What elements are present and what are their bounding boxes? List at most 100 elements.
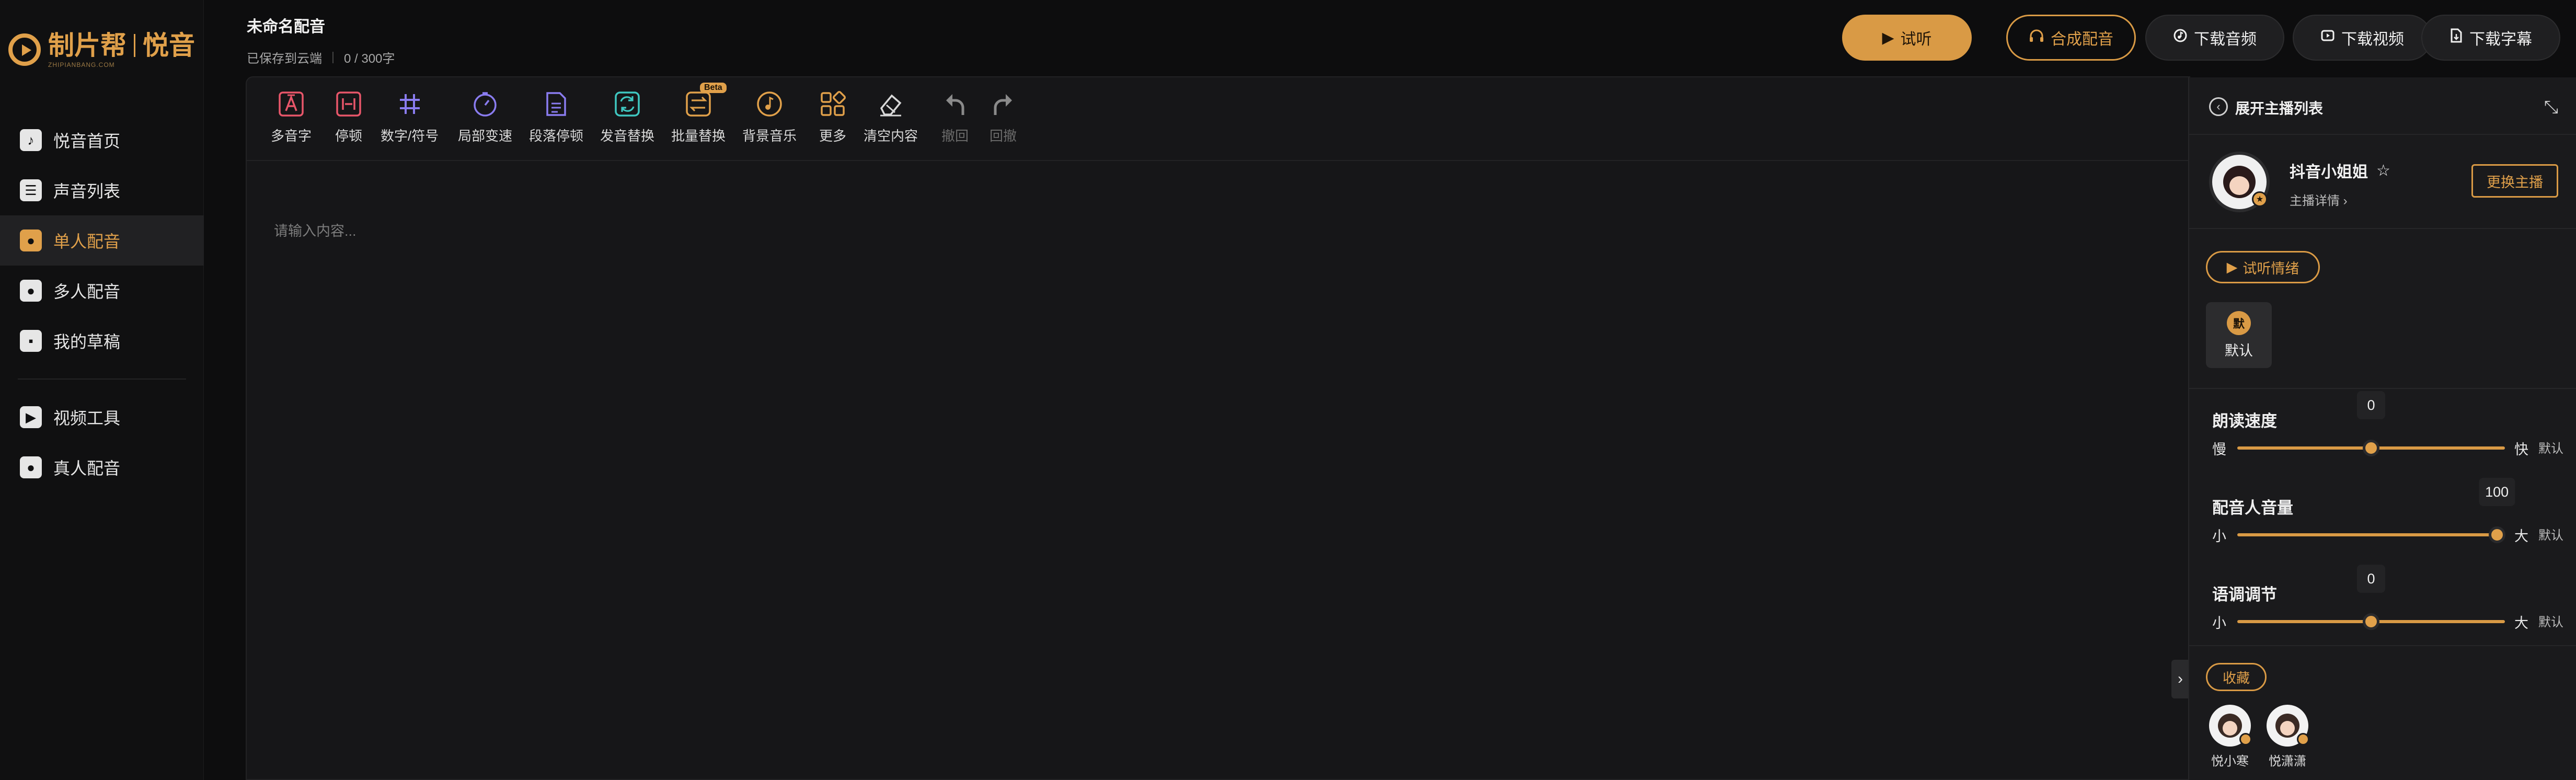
tool-local-speed[interactable]: 局部变速 bbox=[458, 88, 512, 145]
panel-toggle-chevron-icon[interactable]: › bbox=[2171, 660, 2189, 698]
slider-track[interactable] bbox=[2237, 526, 2505, 543]
slider-track[interactable] bbox=[2237, 613, 2505, 630]
sidebar-item-home[interactable]: ♪ 悦音首页 bbox=[0, 115, 204, 165]
listen-button[interactable]: ▶ 试听 bbox=[1842, 15, 1972, 61]
reading-speed-slider: 朗读速度 0 慢 快 默认 bbox=[2209, 391, 2564, 486]
brand-sub: ZHIPIANBANG.COM bbox=[48, 61, 115, 68]
star-outline-icon[interactable]: ☆ bbox=[2376, 162, 2390, 180]
subtitle-file-icon bbox=[2450, 28, 2463, 48]
play-icon: ▶ bbox=[2226, 259, 2238, 275]
download-video-button[interactable]: 下载视频 bbox=[2293, 15, 2432, 61]
document-meta: 已保存到云端 0 / 300字 bbox=[247, 48, 395, 66]
meta-divider bbox=[332, 51, 334, 63]
emotion-listen-button[interactable]: ▶ 试听情绪 bbox=[2206, 251, 2320, 283]
tool-label: 更多 bbox=[819, 128, 846, 144]
tool-label: 批量替换 bbox=[671, 128, 726, 144]
slider-title: 语调调节 bbox=[2212, 586, 2277, 604]
download-subtitle-button[interactable]: 下载字幕 bbox=[2421, 15, 2560, 61]
multi-person-icon: ● bbox=[20, 280, 42, 302]
tool-label: 多音字 bbox=[271, 128, 312, 144]
tool-paragraph-pause[interactable]: 段落停顿 bbox=[529, 88, 583, 145]
slider-value-tooltip: 0 bbox=[2357, 391, 2385, 419]
avatar bbox=[2209, 705, 2252, 747]
slider-track[interactable] bbox=[2237, 440, 2505, 456]
sidebar-nav: ♪ 悦音首页 ☰ 声音列表 ● 单人配音 ● 多人配音 ▪ 我的草稿 ▶ 视频工… bbox=[0, 115, 204, 492]
panel-divider bbox=[2189, 645, 2576, 646]
slider-value-tooltip: 0 bbox=[2357, 565, 2385, 593]
synthesize-button[interactable]: 合成配音 bbox=[2006, 15, 2136, 61]
single-person-icon: ● bbox=[20, 230, 42, 251]
slider-title: 配音人音量 bbox=[2212, 499, 2293, 517]
slider-handle[interactable] bbox=[2488, 526, 2505, 543]
download-subtitle-label: 下载字幕 bbox=[2469, 31, 2532, 48]
paragraph-pause-icon bbox=[540, 88, 572, 120]
editor-input[interactable]: 请输入内容... bbox=[274, 220, 356, 240]
anchor-name: 抖音小姐姐 bbox=[2290, 164, 2368, 181]
favorite-anchor-item[interactable]: 悦潇潇 bbox=[2267, 705, 2309, 769]
sidebar-divider bbox=[18, 378, 186, 380]
undo-icon bbox=[939, 88, 971, 120]
tool-polyphone[interactable]: 多音字 bbox=[271, 88, 312, 145]
slider-low-label: 慢 bbox=[2212, 442, 2226, 457]
music-note-icon: ♪ bbox=[20, 129, 42, 151]
anchor-detail-label: 主播详情 bbox=[2290, 194, 2340, 208]
sidebar-item-label: 视频工具 bbox=[53, 409, 121, 428]
headphones-icon bbox=[2029, 28, 2044, 47]
slider-default-button[interactable]: 默认 bbox=[2538, 612, 2563, 630]
tool-label: 清空内容 bbox=[864, 128, 918, 144]
chevron-right-icon: › bbox=[2343, 194, 2348, 208]
tool-undo[interactable]: 撤回 bbox=[939, 88, 971, 145]
tool-pause[interactable]: 停顿 bbox=[332, 88, 365, 145]
sidebar-item-drafts[interactable]: ▪ 我的草稿 bbox=[0, 316, 204, 366]
brand-name: 制片帮 bbox=[48, 31, 126, 60]
tool-clear[interactable]: 清空内容 bbox=[864, 88, 918, 145]
avatar bbox=[2267, 705, 2309, 747]
sidebar-item-video-tools[interactable]: ▶ 视频工具 bbox=[0, 392, 204, 442]
polyphone-icon bbox=[275, 88, 307, 120]
download-audio-button[interactable]: 下载音频 bbox=[2145, 15, 2284, 61]
tool-redo[interactable]: 回撤 bbox=[987, 88, 1019, 145]
slider-default-button[interactable]: 默认 bbox=[2538, 525, 2563, 543]
pitch-slider: 语调调节 0 小 大 默认 bbox=[2209, 565, 2564, 660]
anchor-detail-link[interactable]: 主播详情 › bbox=[2290, 190, 2348, 209]
expand-anchor-list-button[interactable]: 展开主播列表 bbox=[2235, 97, 2323, 118]
sidebar-item-single-dub[interactable]: ● 单人配音 bbox=[0, 215, 204, 266]
sidebar-item-multi-dub[interactable]: ● 多人配音 bbox=[0, 266, 204, 316]
favorites-list: 悦小寒 悦潇潇 bbox=[2209, 705, 2309, 769]
favorite-anchor-name: 悦小寒 bbox=[2211, 754, 2249, 768]
favorites-tab[interactable]: 收藏 bbox=[2206, 663, 2267, 691]
slider-value-tooltip: 100 bbox=[2479, 478, 2515, 506]
slider-default-button[interactable]: 默认 bbox=[2538, 438, 2563, 456]
app-logo[interactable]: 制片帮 悦音 ZHIPIANBANG.COM bbox=[8, 26, 195, 73]
anchor-card: ★ 抖音小姐姐 ☆ 主播详情 › 更换主播 bbox=[2189, 135, 2576, 229]
emotion-default-badge: 默 bbox=[2227, 311, 2251, 335]
slider-handle[interactable] bbox=[2363, 613, 2379, 630]
pronounce-replace-icon bbox=[611, 88, 643, 120]
draft-icon: ▪ bbox=[20, 330, 42, 352]
sidebar-item-real-person[interactable]: ● 真人配音 bbox=[0, 442, 204, 492]
collapse-icon[interactable]: ⤡ bbox=[2544, 97, 2558, 118]
slider-high-label: 大 bbox=[2514, 615, 2528, 631]
emotion-default-label: 默认 bbox=[2225, 342, 2253, 359]
tool-more[interactable]: 更多 bbox=[816, 88, 849, 145]
synthesize-label: 合成配音 bbox=[2051, 31, 2113, 48]
eraser-icon bbox=[875, 88, 907, 120]
video-file-icon bbox=[2320, 28, 2335, 47]
chevron-left-icon[interactable]: ‹ bbox=[2209, 97, 2228, 116]
tool-label: 数字/符号 bbox=[381, 128, 439, 144]
tool-batch-replace[interactable]: Beta 批量替换 bbox=[671, 83, 727, 145]
document-title[interactable]: 未命名配音 bbox=[247, 14, 325, 37]
favorite-anchor-item[interactable]: 悦小寒 bbox=[2209, 705, 2252, 769]
save-status: 已保存到云端 bbox=[247, 52, 322, 66]
slider-handle[interactable] bbox=[2363, 440, 2379, 456]
tool-pronounce-replace[interactable]: 发音替换 bbox=[600, 88, 654, 145]
char-count: 0 / 300字 bbox=[344, 52, 395, 66]
tool-label: 段落停顿 bbox=[529, 128, 584, 144]
change-anchor-button[interactable]: 更换主播 bbox=[2471, 164, 2558, 198]
tool-number-symbol[interactable]: 数字/符号 bbox=[381, 88, 439, 145]
slider-low-label: 小 bbox=[2212, 529, 2226, 544]
tool-bgm[interactable]: 背景音乐 bbox=[742, 88, 797, 145]
emotion-default-card[interactable]: 默 默认 bbox=[2206, 302, 2272, 368]
sidebar-item-voice-list[interactable]: ☰ 声音列表 bbox=[0, 165, 204, 215]
beta-badge: Beta bbox=[700, 83, 727, 93]
